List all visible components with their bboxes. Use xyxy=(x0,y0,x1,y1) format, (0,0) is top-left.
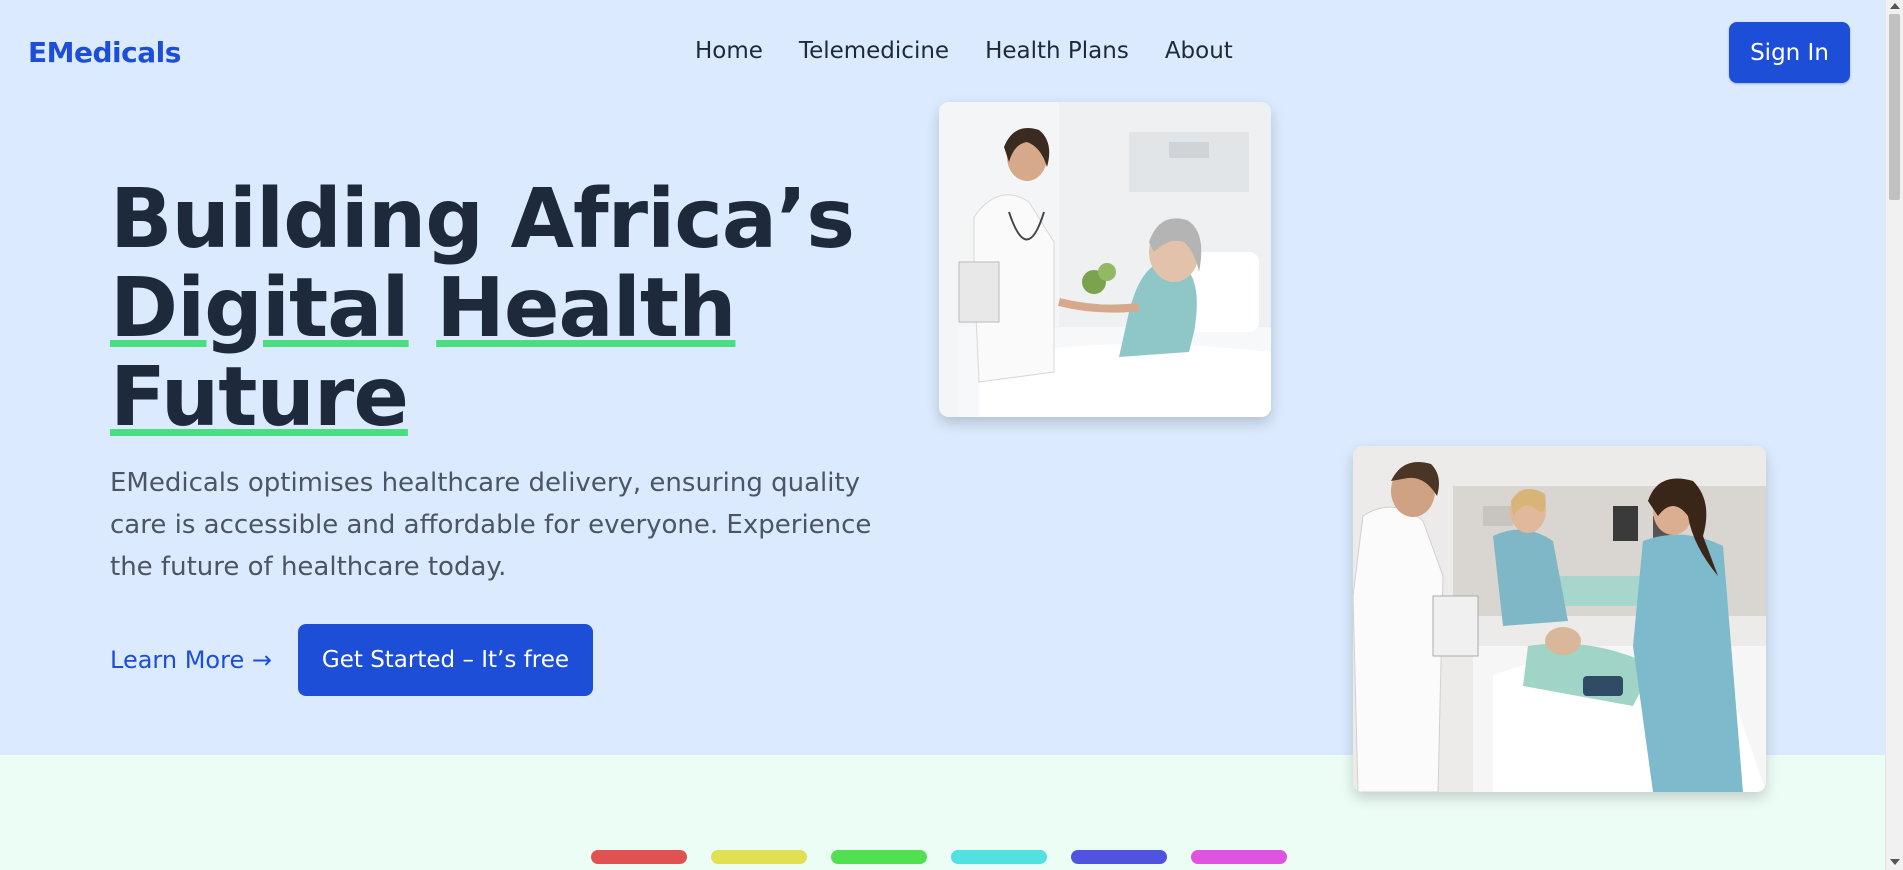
hero-cta-row: Learn More → Get Started – It’s free xyxy=(110,624,593,696)
color-bar-6 xyxy=(1191,850,1287,864)
learn-more-link[interactable]: Learn More → xyxy=(110,646,272,674)
main-nav: Home Telemedicine Health Plans About xyxy=(695,38,1233,64)
vertical-scrollbar[interactable] xyxy=(1885,0,1903,870)
decorative-color-bars xyxy=(591,850,1287,864)
nav-about[interactable]: About xyxy=(1165,38,1233,64)
color-bar-1 xyxy=(591,850,687,864)
doctor-with-patient-illustration xyxy=(939,102,1271,417)
medical-team-emergency-photo xyxy=(1353,446,1766,792)
get-started-button[interactable]: Get Started – It’s free xyxy=(297,624,593,696)
hero-headline: Building Africa’s Digital Health Future xyxy=(110,175,930,442)
doctor-with-patient-photo xyxy=(939,102,1271,417)
nav-telemedicine[interactable]: Telemedicine xyxy=(799,38,949,64)
color-bar-3 xyxy=(831,850,927,864)
brand-logo[interactable]: EMedicals xyxy=(28,36,181,69)
headline-word-future: Future xyxy=(110,350,409,445)
headline-line-3: Future xyxy=(110,353,930,442)
color-bar-5 xyxy=(1071,850,1167,864)
headline-line-1: Building Africa’s xyxy=(110,172,855,267)
nav-health-plans[interactable]: Health Plans xyxy=(985,38,1129,64)
scrollbar-thumb[interactable] xyxy=(1889,14,1900,200)
nav-home[interactable]: Home xyxy=(695,38,763,64)
hero-description: EMedicals optimises healthcare delivery,… xyxy=(110,468,872,582)
color-bar-4 xyxy=(951,850,1047,864)
scroll-up-arrow-icon[interactable] xyxy=(1890,3,1900,9)
page: EMedicals Home Telemedicine Health Plans… xyxy=(0,0,1885,870)
sign-in-button[interactable]: Sign In xyxy=(1729,22,1850,83)
medical-team-illustration xyxy=(1353,446,1766,792)
headline-word-health: Health xyxy=(436,261,736,356)
headline-line-2: Digital Health xyxy=(110,264,930,353)
headline-word-digital: Digital xyxy=(110,261,410,356)
scroll-down-arrow-icon[interactable] xyxy=(1890,859,1900,865)
color-bar-2 xyxy=(711,850,807,864)
